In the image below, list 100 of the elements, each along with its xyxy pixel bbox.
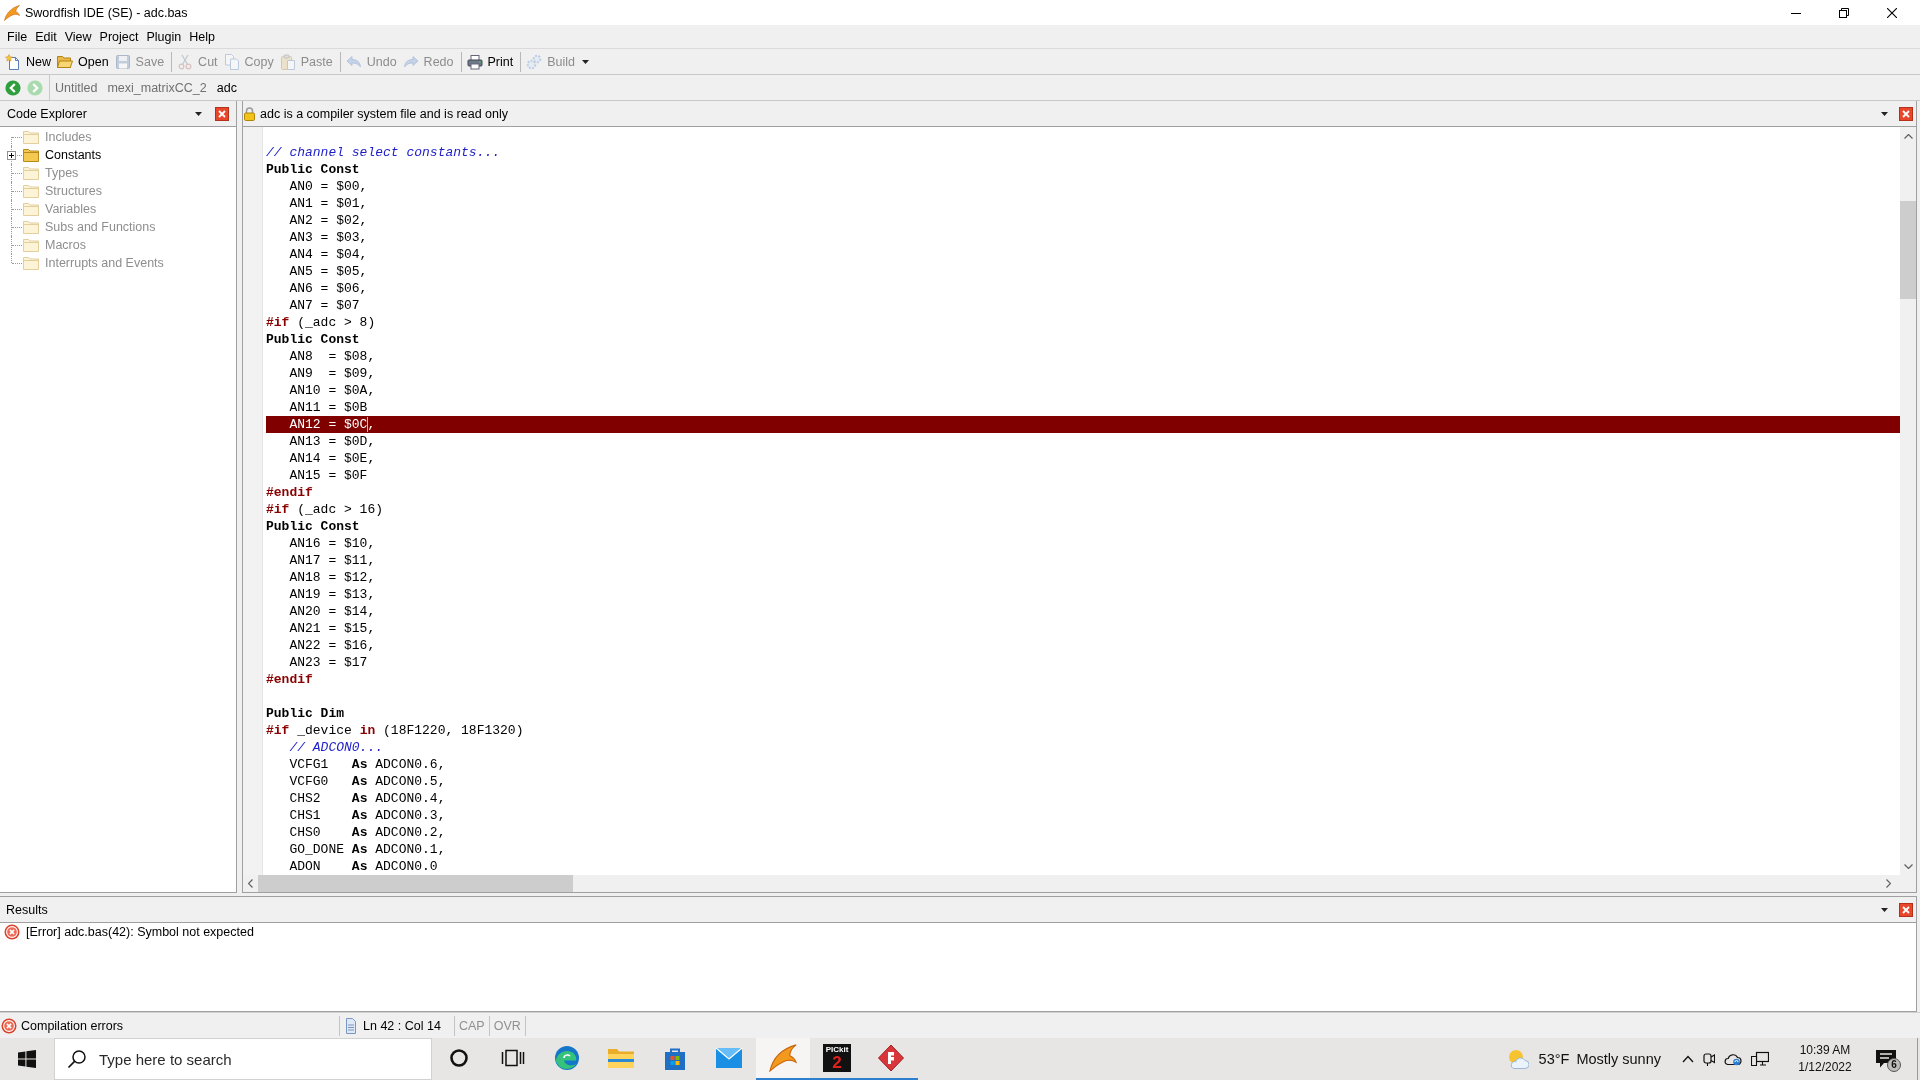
scrollbar-thumb[interactable] [1900,201,1916,299]
code-line: AN14 = $0E, [288,451,376,466]
back-button[interactable] [5,79,21,96]
code-line: AN10 = $0A, [288,383,376,398]
error-icon [4,924,20,940]
code-line: AN12 = $0C, [288,417,376,432]
close-button[interactable] [1899,106,1913,121]
code-line: // ADCON0... [288,740,384,755]
clock-button[interactable]: 10:39 AM 1/12/2022 [1789,1038,1861,1080]
cloud-sync-icon[interactable] [1724,1052,1742,1066]
code-line: CHS2 As ADCON0.4, [288,791,446,806]
code-line: AN16 = $10, [288,536,376,551]
temperature-text: 53°F [1538,1051,1570,1067]
toolbar-button[interactable]: Open [55,50,111,73]
restore-icon [1839,7,1849,18]
code-line: AN22 = $16, [288,638,376,653]
copy-icon [223,53,240,70]
error-icon [1,1017,17,1034]
code-line: AN8 = $08, [288,349,376,364]
code-line: Public Const [266,519,360,534]
cursor-position: Ln 42 : Col 14 [363,1018,441,1033]
key-indicator: OVR [492,1018,522,1033]
code-line: AN13 = $0D, [288,434,376,449]
chevron-down-icon[interactable] [1903,864,1913,869]
menu-item[interactable]: Help [185,29,219,44]
code-line: #endif [266,485,313,500]
windows-logo-icon [18,1050,36,1068]
toolbar-button[interactable]: Print [464,50,516,73]
result-message[interactable]: [Error] adc.bas(42): Symbol not expected [26,925,254,939]
code-line: CHS1 As ADCON0.3, [288,808,446,823]
caret-icon[interactable] [1881,907,1888,912]
envelope-icon [715,1047,743,1069]
menu-item[interactable]: Project [95,29,143,44]
tree-item[interactable]: Constants [23,148,104,162]
notification-count: 6 [1887,1058,1901,1072]
close-button[interactable] [215,106,229,121]
menu-item[interactable]: Plugin [142,29,186,44]
search-field[interactable]: Type here to search [99,1047,431,1071]
caret-icon[interactable] [195,111,202,116]
chevron-right-icon[interactable] [1886,879,1891,888]
code-line: Public Const [266,162,360,177]
code-line: ADON As ADCON0.0 [288,859,438,874]
code-line: GO_DONE As ADCON0.1, [288,842,446,857]
task-view-icon [501,1048,525,1068]
sun-cloud-icon [1506,1048,1529,1070]
clock-date: 1/12/2022 [1798,1059,1852,1076]
code-line: #if (_adc > 16) [266,502,384,517]
menu-item[interactable]: File [3,29,32,44]
panel-title: Code Explorer [7,106,87,121]
code-line: #if _device in (18F1220, 18F1320) [266,723,524,738]
folder-icon [23,202,39,216]
fish-icon [769,1044,797,1072]
printer-icon [466,53,483,70]
folder-icon [23,256,39,270]
monitor-icon[interactable] [1751,1051,1769,1067]
toolbar-button[interactable]: New [3,50,53,73]
code-line: #endif [266,672,313,687]
weather-button[interactable]: 53°F Mostly sunny [1503,1038,1668,1080]
expand-icon[interactable] [7,150,16,160]
close-icon [1899,106,1913,121]
camera-icon[interactable] [1703,1051,1715,1067]
new-file-icon [5,53,21,70]
editor-tab[interactable]: adc [211,80,242,95]
circle-icon [449,1048,469,1068]
close-icon [1887,7,1897,18]
code-line: AN19 = $13, [288,587,376,602]
menu-item[interactable]: Edit [31,29,61,44]
editor-tab[interactable]: mexi_matrixCC_2 [102,80,212,95]
code-line: AN2 = $02, [288,213,368,228]
clipboard-icon [279,53,296,70]
editor-tab[interactable]: Untitled [50,80,103,95]
code-line: CHS0 As ADCON0.2, [288,825,446,840]
folder-icon [23,184,39,198]
search-box[interactable]: Type here to search [54,1038,432,1080]
code-line: AN23 = $17 [288,655,368,670]
caret-icon[interactable] [1881,111,1888,116]
notifications-button[interactable]: 6 [1864,1038,1908,1080]
status-message: Compilation errors [21,1018,124,1033]
code-line: VCFG1 As ADCON0.6, [288,757,446,772]
folder-icon [57,53,73,70]
menu-item[interactable]: View [60,29,96,44]
code-line: AN0 = $00, [288,179,368,194]
code-line: #if (_adc > 8) [266,315,376,330]
swirl-icon [554,1045,580,1071]
code-line: VCFG0 As ADCON0.5, [288,774,446,789]
folder-icon [607,1047,635,1069]
window-title: Swordfish IDE (SE) - adc.bas [25,5,188,20]
redo-icon [402,53,419,70]
code-line: AN4 = $04, [288,247,368,262]
folder-icon [23,166,39,180]
scrollbar-thumb[interactable] [258,875,573,892]
chevron-left-icon[interactable] [248,879,253,888]
taskbar-button[interactable]: PICkit 2 [810,1038,864,1080]
gears-icon [526,53,543,70]
caret-icon [582,59,589,64]
code-line: AN11 = $0B [288,400,368,415]
chevron-up-icon[interactable] [1682,1055,1694,1063]
code-line: AN18 = $12, [288,570,376,585]
close-button[interactable] [1899,902,1913,917]
scissors-icon [177,53,194,70]
